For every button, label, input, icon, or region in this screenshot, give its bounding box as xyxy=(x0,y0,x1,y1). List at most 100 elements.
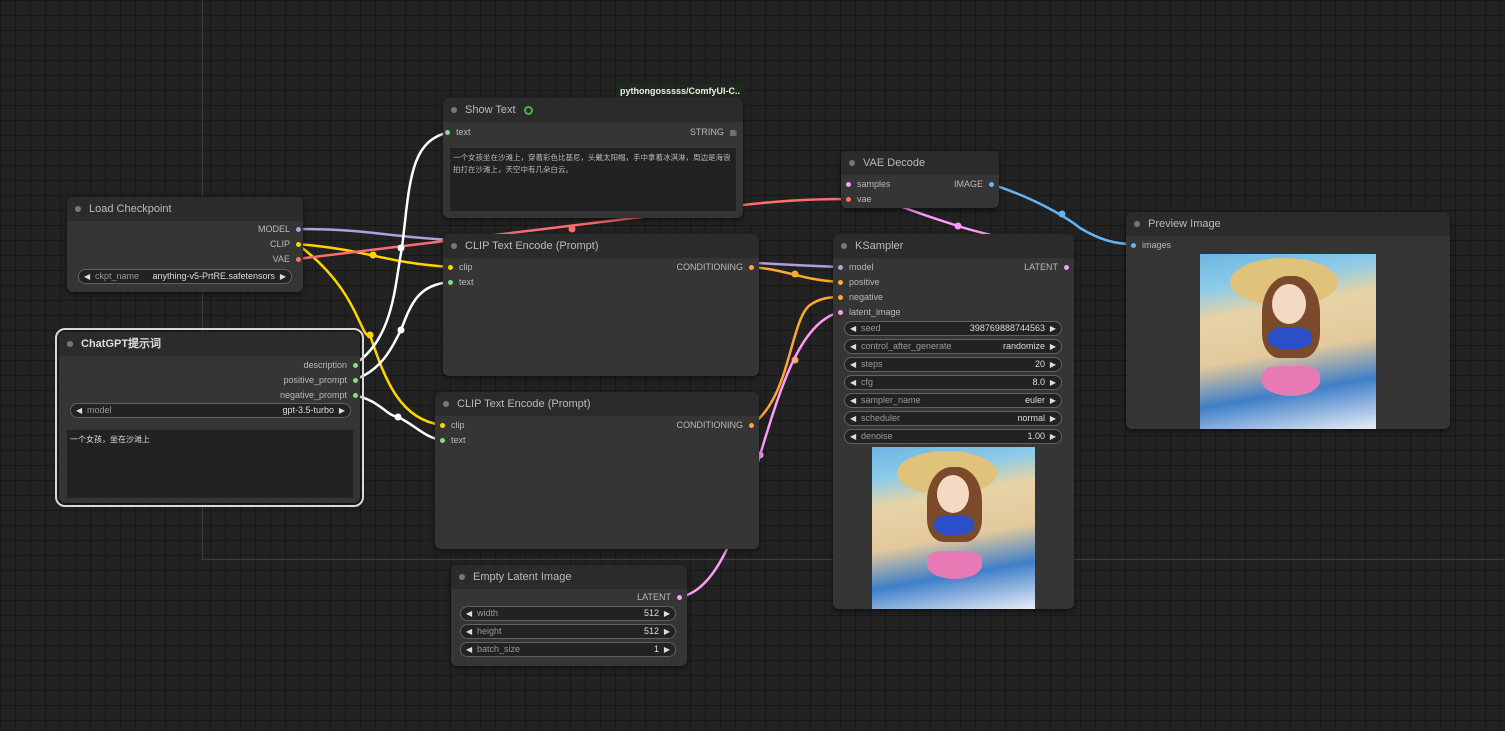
show-text-node[interactable]: Show Text text STRING ▦ 一个女孩坐在沙滩上，穿着彩色比基… xyxy=(443,98,743,218)
arrow-left-icon[interactable]: ◀ xyxy=(76,404,82,417)
slot-dot-icon[interactable] xyxy=(846,197,851,202)
node-title-bar[interactable]: Empty Latent Image xyxy=(451,565,687,589)
slot-dot-icon[interactable] xyxy=(440,438,445,443)
arrow-right-icon[interactable]: ▶ xyxy=(1050,430,1056,443)
slot-dot-icon[interactable] xyxy=(448,280,453,285)
preview-output-image[interactable] xyxy=(1200,254,1376,429)
output-latent[interactable]: LATENT xyxy=(1024,261,1071,274)
output-clip[interactable]: CLIP xyxy=(270,238,303,251)
input-positive[interactable]: positive xyxy=(836,276,880,289)
seed-widget[interactable]: ◀ seed 398769888744563 ▶ xyxy=(844,321,1062,336)
input-model[interactable]: model xyxy=(836,261,874,274)
node-title-bar[interactable]: ChatGPT提示词 xyxy=(59,332,360,356)
node-title-bar[interactable]: CLIP Text Encode (Prompt) xyxy=(435,392,759,416)
collapse-dot-icon[interactable] xyxy=(451,243,457,249)
collapse-dot-icon[interactable] xyxy=(451,107,457,113)
output-string[interactable]: STRING ▦ xyxy=(690,126,743,139)
arrow-right-icon[interactable]: ▶ xyxy=(1050,394,1056,407)
arrow-right-icon[interactable]: ▶ xyxy=(1050,322,1056,335)
slot-dot-icon[interactable] xyxy=(677,595,682,600)
ksampler-preview-image[interactable] xyxy=(872,447,1035,609)
input-text[interactable]: text xyxy=(446,276,474,289)
arrow-left-icon[interactable]: ◀ xyxy=(466,625,472,638)
arrow-right-icon[interactable]: ▶ xyxy=(664,607,670,620)
arrow-left-icon[interactable]: ◀ xyxy=(850,376,856,389)
denoise-widget[interactable]: ◀ denoise 1.00 ▶ xyxy=(844,429,1062,444)
node-title-bar[interactable]: Show Text xyxy=(443,98,743,122)
slot-dot-icon[interactable] xyxy=(296,242,301,247)
input-negative[interactable]: negative xyxy=(836,291,883,304)
show-text-content[interactable]: 一个女孩坐在沙滩上，穿着彩色比基尼，头戴太阳帽，手中拿着冰淇淋，周边是海浪拍打在… xyxy=(450,148,736,211)
scheduler-widget[interactable]: ◀ scheduler normal ▶ xyxy=(844,411,1062,426)
arrow-left-icon[interactable]: ◀ xyxy=(466,643,472,656)
batch-size-widget[interactable]: ◀ batch_size 1 ▶ xyxy=(460,642,676,657)
slot-dot-icon[interactable] xyxy=(448,265,453,270)
control-after-generate-widget[interactable]: ◀ control_after_generate randomize ▶ xyxy=(844,339,1062,354)
slot-dot-icon[interactable] xyxy=(353,378,358,383)
output-description[interactable]: description xyxy=(303,359,360,372)
node-title-bar[interactable]: Preview Image xyxy=(1126,212,1450,236)
cfg-widget[interactable]: ◀ cfg 8.0 ▶ xyxy=(844,375,1062,390)
slot-dot-icon[interactable] xyxy=(838,265,843,270)
slot-dot-icon[interactable] xyxy=(846,182,851,187)
input-images[interactable]: images xyxy=(1129,239,1171,252)
output-image[interactable]: IMAGE xyxy=(954,178,996,191)
vae-decode-node[interactable]: VAE Decode samples vae IMAGE xyxy=(841,151,999,208)
preview-image-node[interactable]: Preview Image images xyxy=(1126,212,1450,429)
output-vae[interactable]: VAE xyxy=(273,253,303,266)
output-negative-prompt[interactable]: negative_prompt xyxy=(280,389,360,402)
ckpt-name-combo[interactable]: ◀ ckpt_name anything-v5-PrtRE.safetensor… xyxy=(78,269,292,284)
collapse-dot-icon[interactable] xyxy=(849,160,855,166)
arrow-right-icon[interactable]: ▶ xyxy=(1050,412,1056,425)
collapse-dot-icon[interactable] xyxy=(67,341,73,347)
arrow-right-icon[interactable]: ▶ xyxy=(339,404,345,417)
node-title-bar[interactable]: CLIP Text Encode (Prompt) xyxy=(443,234,759,258)
sampler-name-widget[interactable]: ◀ sampler_name euler ▶ xyxy=(844,393,1062,408)
prompt-textarea[interactable]: 一个女孩，坐在沙滩上 xyxy=(67,430,353,498)
slot-dot-icon[interactable] xyxy=(1131,243,1136,248)
grid-icon[interactable]: ▦ xyxy=(729,128,737,137)
clip-text-encode-negative-node[interactable]: CLIP Text Encode (Prompt) clip text COND… xyxy=(435,392,759,549)
arrow-right-icon[interactable]: ▶ xyxy=(664,625,670,638)
node-title-bar[interactable]: VAE Decode xyxy=(841,151,999,175)
slot-dot-icon[interactable] xyxy=(445,130,450,135)
arrow-left-icon[interactable]: ◀ xyxy=(850,430,856,443)
input-text[interactable]: text xyxy=(443,126,471,139)
steps-widget[interactable]: ◀ steps 20 ▶ xyxy=(844,357,1062,372)
slot-dot-icon[interactable] xyxy=(989,182,994,187)
input-text[interactable]: text xyxy=(438,434,466,447)
empty-latent-image-node[interactable]: Empty Latent Image LATENT ◀ width 512 ▶ … xyxy=(451,565,687,666)
slot-dot-icon[interactable] xyxy=(1064,265,1069,270)
slot-dot-icon[interactable] xyxy=(440,423,445,428)
output-model[interactable]: MODEL xyxy=(258,223,303,236)
collapse-dot-icon[interactable] xyxy=(1134,221,1140,227)
arrow-right-icon[interactable]: ▶ xyxy=(1050,358,1056,371)
arrow-left-icon[interactable]: ◀ xyxy=(850,340,856,353)
slot-dot-icon[interactable] xyxy=(838,295,843,300)
clip-text-encode-positive-node[interactable]: CLIP Text Encode (Prompt) clip text COND… xyxy=(443,234,759,376)
arrow-left-icon[interactable]: ◀ xyxy=(84,270,90,283)
collapse-dot-icon[interactable] xyxy=(443,401,449,407)
chatgpt-prompt-node[interactable]: ChatGPT提示词 description positive_prompt n… xyxy=(55,328,364,507)
input-clip[interactable]: clip xyxy=(446,261,473,274)
output-conditioning[interactable]: CONDITIONING xyxy=(677,419,757,432)
arrow-left-icon[interactable]: ◀ xyxy=(850,412,856,425)
input-latent-image[interactable]: latent_image xyxy=(836,306,901,319)
ksampler-node[interactable]: KSampler model positive negative latent_… xyxy=(833,234,1074,609)
slot-dot-icon[interactable] xyxy=(838,310,843,315)
slot-dot-icon[interactable] xyxy=(353,363,358,368)
slot-dot-icon[interactable] xyxy=(296,227,301,232)
slot-dot-icon[interactable] xyxy=(296,257,301,262)
slot-dot-icon[interactable] xyxy=(353,393,358,398)
model-combo[interactable]: ◀ model gpt-3.5-turbo ▶ xyxy=(70,403,351,418)
node-graph-canvas[interactable]: pythongosssss/ComfyUI-C.. Load Checkpoin… xyxy=(0,0,1505,731)
arrow-right-icon[interactable]: ▶ xyxy=(664,643,670,656)
node-title-bar[interactable]: KSampler xyxy=(833,234,1074,258)
arrow-right-icon[interactable]: ▶ xyxy=(1050,376,1056,389)
output-latent[interactable]: LATENT xyxy=(637,591,684,604)
output-positive-prompt[interactable]: positive_prompt xyxy=(283,374,360,387)
arrow-left-icon[interactable]: ◀ xyxy=(466,607,472,620)
width-widget[interactable]: ◀ width 512 ▶ xyxy=(460,606,676,621)
node-title-bar[interactable]: Load Checkpoint xyxy=(67,197,303,221)
load-checkpoint-node[interactable]: Load Checkpoint MODEL CLIP VAE ◀ ckpt_na… xyxy=(67,197,303,292)
